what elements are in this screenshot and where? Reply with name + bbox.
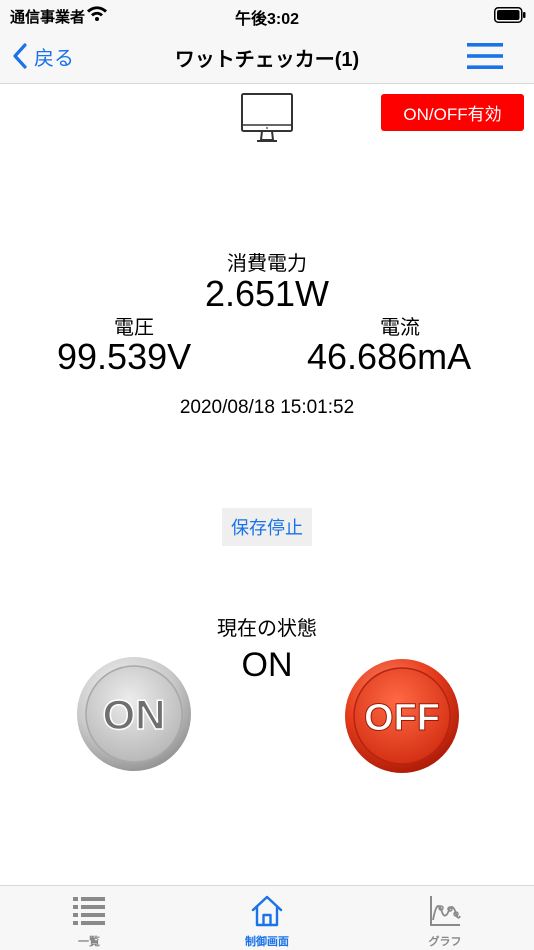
- list-icon: [73, 897, 105, 925]
- state-label: 現在の状態: [217, 618, 317, 640]
- voltage-value: 99.539V: [57, 336, 192, 377]
- status-bar: 通信事業者 午後3:02: [0, 0, 534, 30]
- app-screen: 通信事業者 午後3:02 戻る ワットチェッカー(1) ON/OFF有効 消費電…: [0, 0, 534, 950]
- current-value: 46.686mA: [307, 336, 472, 377]
- tab-list-label: 一覧: [78, 936, 100, 948]
- status-time: 午後3:02: [234, 11, 300, 28]
- page-title: ワットチェッカー(1): [174, 49, 360, 71]
- on-button-text: ON: [103, 691, 166, 738]
- off-button-text: OFF: [364, 697, 440, 739]
- graph-icon: [430, 896, 461, 926]
- hamburger-menu-icon[interactable]: [466, 41, 504, 71]
- home-icon: [251, 895, 283, 927]
- battery-icon: [494, 7, 526, 23]
- tab-graph[interactable]: グラフ: [356, 886, 534, 950]
- tab-control[interactable]: 制御画面: [178, 886, 356, 950]
- navigation-bar: 戻る ワットチェッカー(1): [0, 30, 534, 84]
- tab-list[interactable]: 一覧: [0, 886, 178, 950]
- power-value: 2.651W: [204, 273, 330, 314]
- power-label: 消費電力: [227, 253, 307, 275]
- off-button[interactable]: OFF: [344, 658, 460, 774]
- monitor-icon: [241, 93, 293, 142]
- tab-graph-label: グラフ: [428, 936, 462, 948]
- measurement-timestamp: 2020/08/18 15:01:52: [179, 397, 355, 418]
- on-button[interactable]: ON: [76, 656, 192, 772]
- tab-control-label: 制御画面: [245, 936, 289, 948]
- onoff-enabled-badge: ON/OFF有効: [381, 94, 524, 131]
- save-stop-button[interactable]: 保存停止: [222, 508, 312, 546]
- tab-bar: 一覧 制御画面 グラフ: [0, 885, 534, 950]
